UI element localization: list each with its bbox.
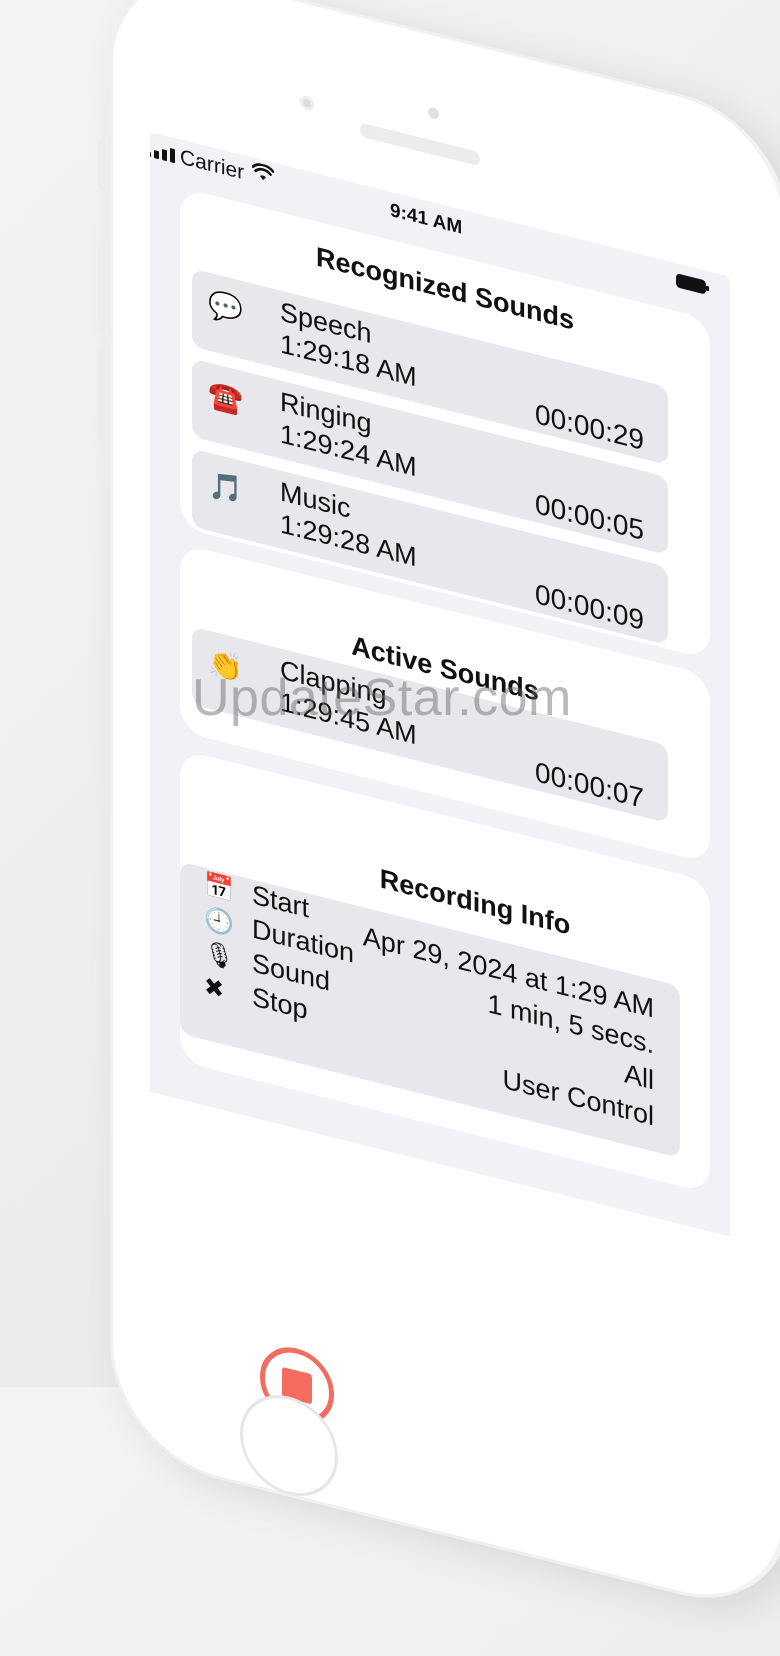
calendar-icon: 📅 bbox=[204, 870, 234, 905]
watermark-text: UpdateStar.com bbox=[192, 669, 572, 727]
earpiece-speaker bbox=[360, 122, 480, 167]
clock-icon: 🕘 bbox=[204, 904, 234, 939]
front-camera bbox=[300, 94, 314, 112]
stop-x-icon: ✖ bbox=[204, 972, 225, 1005]
sound-duration: 00:00:07 bbox=[535, 755, 644, 815]
signal-icon bbox=[150, 142, 175, 164]
mute-switch bbox=[98, 139, 106, 192]
app-screen: Carrier 9:41 AM Recognized Sounds 💬 Spee… bbox=[150, 132, 730, 1577]
sound-duration: 00:00:09 bbox=[535, 577, 644, 637]
phone-stage: Carrier 9:41 AM Recognized Sounds 💬 Spee… bbox=[98, 0, 780, 1622]
sensor-dot bbox=[428, 106, 439, 121]
speech-bubble-icon: 💬 bbox=[208, 287, 243, 328]
sound-value: All bbox=[623, 1058, 654, 1096]
telephone-icon: ☎️ bbox=[208, 377, 243, 418]
volume-up-button bbox=[98, 239, 106, 332]
battery-icon bbox=[676, 273, 706, 295]
music-note-icon: 🎵 bbox=[208, 467, 243, 508]
waveform-microphone-icon: 🎙 bbox=[204, 938, 235, 974]
volume-down-button bbox=[98, 349, 106, 442]
wifi-icon bbox=[251, 161, 275, 189]
